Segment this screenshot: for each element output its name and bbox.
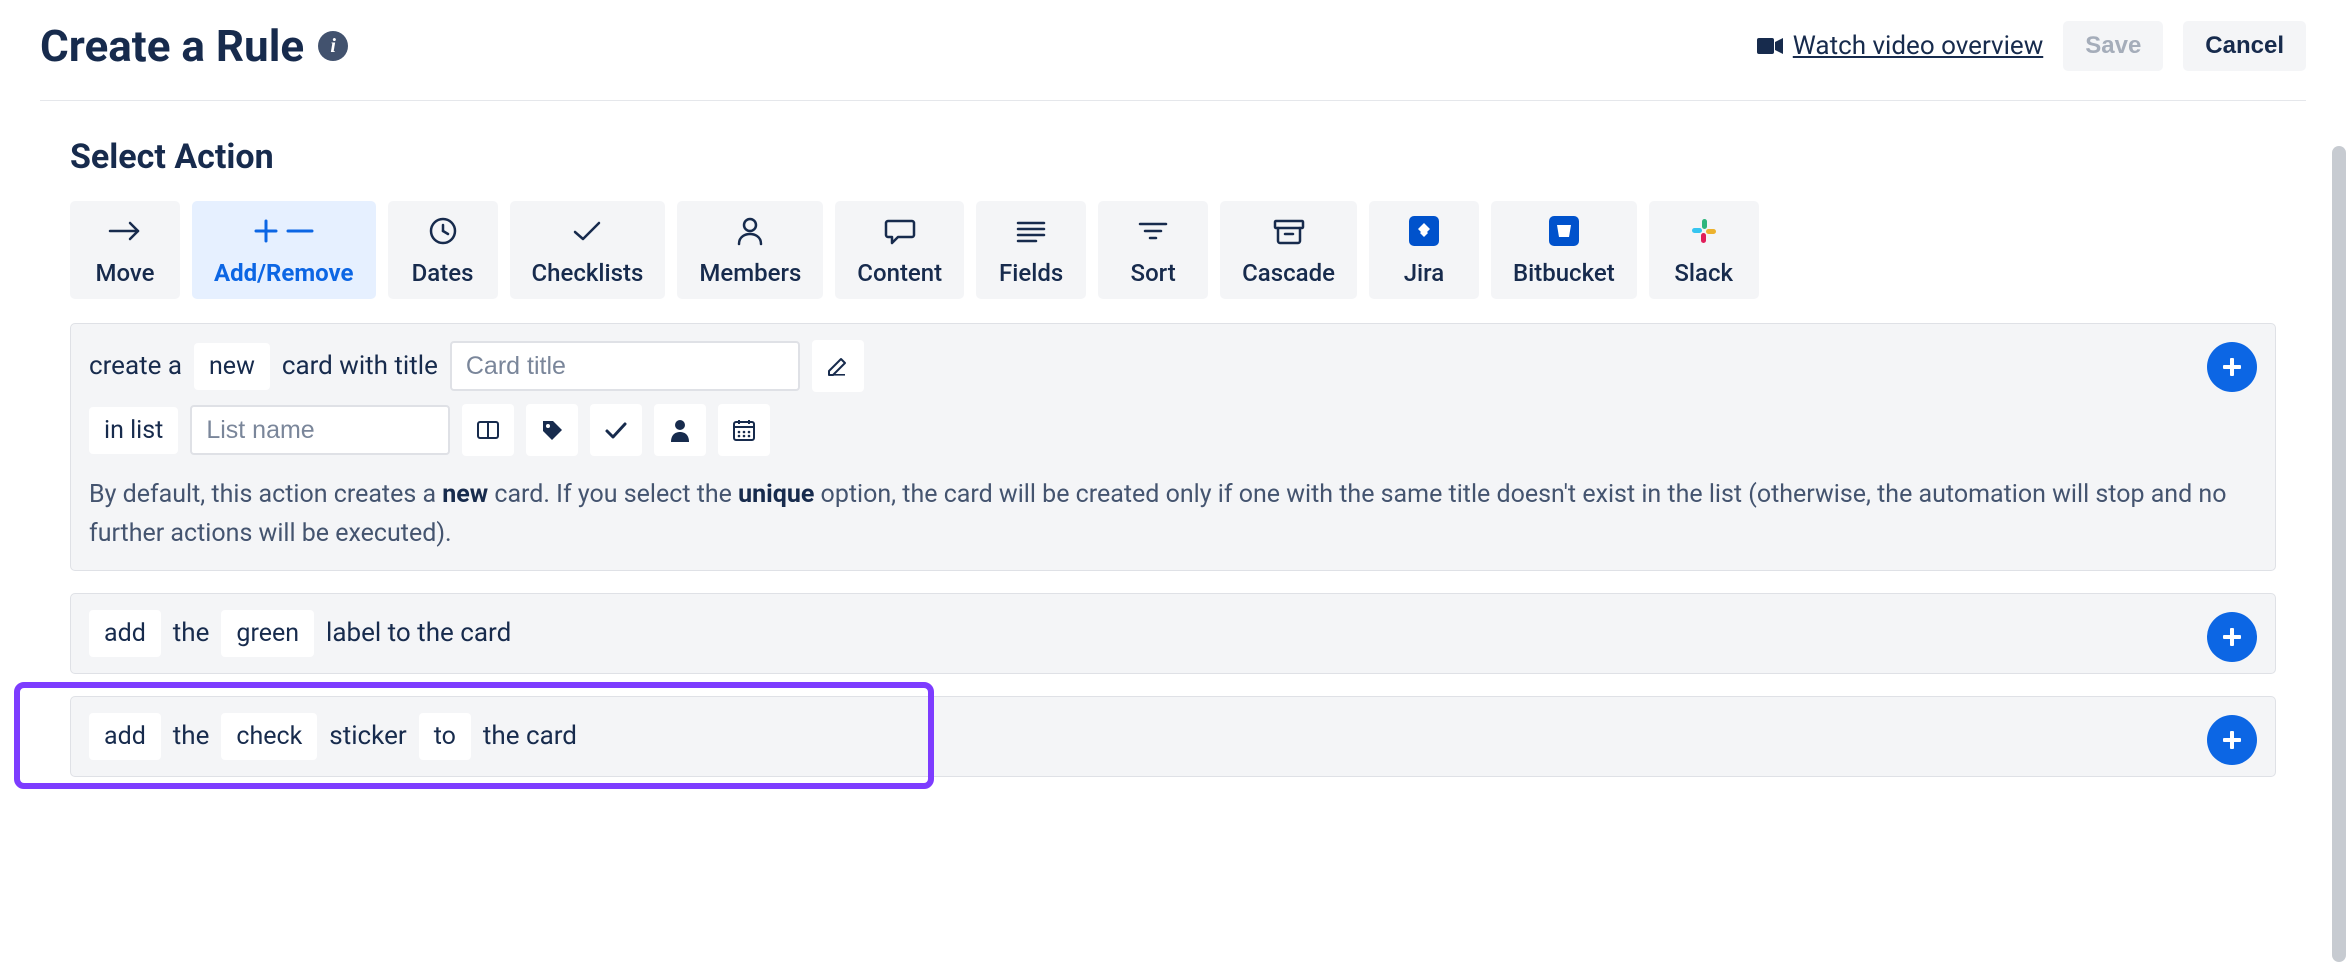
text-the: the — [173, 721, 210, 751]
position-button[interactable] — [462, 404, 514, 456]
chip-green[interactable]: green — [221, 610, 314, 657]
tab-label: Bitbucket — [1513, 259, 1615, 287]
section-title: Select Action — [70, 137, 2276, 177]
watch-video-label: Watch video overview — [1793, 31, 2043, 61]
tab-content[interactable]: Content — [835, 201, 964, 299]
rule-note: By default, this action creates a new ca… — [89, 476, 2257, 554]
tab-members[interactable]: Members — [677, 201, 823, 299]
jira-icon — [1409, 215, 1439, 247]
tab-dates[interactable]: Dates — [388, 201, 498, 299]
tab-slack[interactable]: Slack — [1649, 201, 1759, 299]
text-create-a: create a — [89, 351, 182, 381]
person-icon — [736, 215, 764, 247]
tab-add-remove[interactable]: Add/Remove — [192, 201, 376, 299]
card-title-input[interactable] — [450, 341, 800, 391]
cancel-button[interactable]: Cancel — [2183, 21, 2306, 71]
save-button: Save — [2063, 21, 2163, 71]
add-rule-button[interactable] — [2207, 715, 2257, 765]
add-rule-button[interactable] — [2207, 342, 2257, 392]
arrow-right-icon — [108, 215, 142, 247]
text-the-card: the card — [483, 721, 577, 751]
member-button[interactable] — [654, 404, 706, 456]
date-button[interactable] — [718, 404, 770, 456]
text-sticker: sticker — [329, 721, 406, 751]
rule-create-card: create a new card with title in list — [70, 323, 2276, 571]
header-right: Watch video overview Save Cancel — [1757, 21, 2306, 71]
tab-label: Cascade — [1242, 259, 1335, 287]
tab-move[interactable]: Move — [70, 201, 180, 299]
clock-icon — [428, 215, 458, 247]
chip-in-list[interactable]: in list — [89, 407, 178, 454]
tab-checklists[interactable]: Checklists — [510, 201, 666, 299]
text-card-with-title: card with title — [282, 351, 438, 381]
chip-to[interactable]: to — [419, 713, 471, 760]
tab-label: Fields — [999, 259, 1063, 287]
page-root: Create a Rule i Watch video overview Sav… — [0, 0, 2346, 839]
text-label-to-card: label to the card — [326, 618, 511, 648]
check-icon — [571, 215, 603, 247]
tab-label: Slack — [1674, 259, 1733, 287]
scrollbar[interactable] — [2332, 146, 2346, 962]
edit-button[interactable] — [812, 340, 864, 392]
list-name-input[interactable] — [190, 405, 450, 455]
chip-add[interactable]: add — [89, 610, 161, 657]
info-icon[interactable]: i — [318, 31, 348, 61]
chip-new[interactable]: new — [194, 343, 270, 390]
tab-label: Jira — [1404, 259, 1444, 287]
chip-check[interactable]: check — [221, 713, 317, 760]
speech-bubble-icon — [884, 215, 916, 247]
tab-label: Move — [95, 259, 154, 287]
tab-label: Checklists — [532, 259, 644, 287]
tab-label: Sort — [1131, 259, 1176, 287]
tab-bitbucket[interactable]: Bitbucket — [1491, 201, 1637, 299]
chip-add[interactable]: add — [89, 713, 161, 760]
filter-icon — [1138, 215, 1168, 247]
bitbucket-icon — [1549, 215, 1579, 247]
watch-video-link[interactable]: Watch video overview — [1757, 31, 2043, 61]
content-area: Select Action Move Add/Remove — [40, 101, 2306, 777]
archive-icon — [1273, 215, 1305, 247]
header-left: Create a Rule i — [40, 20, 348, 72]
tab-fields[interactable]: Fields — [976, 201, 1086, 299]
lines-icon — [1016, 215, 1046, 247]
header: Create a Rule i Watch video overview Sav… — [40, 20, 2306, 101]
label-button[interactable] — [526, 404, 578, 456]
tab-label: Content — [857, 259, 942, 287]
video-camera-icon — [1757, 36, 1783, 56]
tab-label: Members — [699, 259, 801, 287]
tab-cascade[interactable]: Cascade — [1220, 201, 1357, 299]
tab-label: Dates — [412, 259, 474, 287]
checklist-button[interactable] — [590, 404, 642, 456]
tab-jira[interactable]: Jira — [1369, 201, 1479, 299]
tab-label: Add/Remove — [214, 259, 354, 287]
text-the: the — [173, 618, 210, 648]
rule-add-sticker: add the check sticker to the card — [70, 696, 2276, 777]
add-rule-button[interactable] — [2207, 612, 2257, 662]
plus-minus-icon — [254, 215, 314, 247]
action-tabs: Move Add/Remove Dates Chec — [70, 201, 2276, 299]
page-title: Create a Rule — [40, 20, 304, 72]
rule-add-label: add the green label to the card — [70, 593, 2276, 674]
slack-icon — [1690, 215, 1718, 247]
tab-sort[interactable]: Sort — [1098, 201, 1208, 299]
